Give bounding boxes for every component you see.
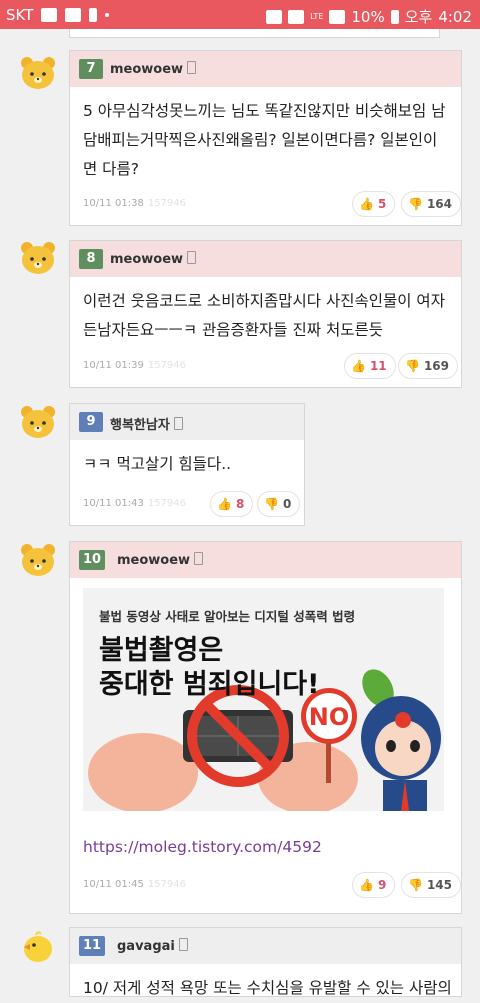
comment-number: 8 (79, 249, 103, 269)
dislike-button[interactable]: 👎 164 (401, 191, 462, 217)
thumbs-down-icon: 👎 (408, 878, 423, 892)
comment-header: 8 meowoew (70, 241, 461, 277)
comment-media: NO 불법 동영상 사태로 알아보는 디지털 성폭력 법령 불법촬영은 중대한 … (70, 578, 461, 811)
lte-label: LTE (310, 12, 324, 21)
battery-text: 10% (351, 7, 385, 26)
thumbs-down-icon: 👎 (408, 197, 423, 211)
battery-icon (390, 9, 399, 24)
comment-header: 11 gavagai (70, 928, 461, 964)
comment-number: 11 (79, 936, 106, 956)
thumbs-up-icon: 👍 (351, 359, 366, 373)
bear-avatar-icon (21, 242, 55, 274)
image-title-line2: 중대한 범죄입니다! (99, 669, 320, 700)
clock: 4:02 (438, 7, 472, 26)
comment-text: 5 아무심각성못느끼는 님도 똑같진않지만 비슷해보임 남 담배피는거막찍은사진… (83, 102, 446, 178)
mic-icon (89, 8, 98, 22)
comment-card: 9 행복한남자 ㅋㅋ 먹고살기 힘들다.. 10/11 01:43 157946 … (69, 403, 305, 526)
mobile-icon (187, 251, 197, 264)
timestamp: 10/11 01:43 157946 (83, 498, 187, 509)
illegal-filming-campaign-image[interactable]: NO 불법 동영상 사태로 알아보는 디지털 성폭력 법령 불법촬영은 중대한 … (83, 588, 444, 811)
dot-icon (105, 13, 110, 17)
comment-text: 10/ 저게 성적 욕망 또는 수치심을 유발할 수 있는 사람의 (83, 979, 452, 997)
dislike-button[interactable]: 👎 169 (398, 353, 459, 379)
gallery-icon (41, 8, 58, 22)
external-link[interactable]: https://moleg.tistory.com/4592 (83, 838, 322, 856)
like-button[interactable]: 👍 9 (352, 872, 396, 898)
comment-footer: 10/11 01:38 157946 👍 5 👎 164 (70, 186, 462, 226)
timestamp: 10/11 01:39 157946 (83, 360, 187, 371)
mobile-icon (187, 61, 197, 74)
comment-number: 9 (79, 412, 103, 432)
bear-avatar-icon (21, 544, 55, 576)
comment-number: 7 (79, 59, 103, 79)
username[interactable]: meowoew (117, 552, 204, 568)
username[interactable]: meowoew (110, 251, 197, 267)
timestamp: 10/11 01:38 157946 (83, 198, 187, 209)
dislike-button[interactable]: 👎 0 (257, 491, 301, 517)
signal-icon (329, 9, 346, 24)
no-sign-text: NO (309, 703, 350, 731)
comment-footer: 10/11 01:39 157946 👍 11 👎 169 (70, 348, 461, 388)
carrier-label: SKT (6, 6, 34, 24)
thumbs-up-icon: 👍 (359, 197, 374, 211)
status-bar: SKT LTE 10% 오후 4:02 (0, 0, 480, 29)
like-button[interactable]: 👍 11 (344, 353, 396, 379)
comment-header: 9 행복한남자 (70, 404, 304, 440)
like-button[interactable]: 👍 8 (210, 491, 254, 517)
like-button[interactable]: 👍 5 (352, 191, 396, 217)
mute-icon (266, 9, 283, 24)
username[interactable]: meowoew (110, 61, 197, 77)
comment-card: 10 meowoew NO 불법 동영상 사태로 알아보는 디지털 성폭력 법령… (69, 541, 462, 914)
time-prefix: 오후 (404, 8, 433, 26)
mobile-icon (173, 417, 183, 430)
dislike-button[interactable]: 👎 145 (401, 872, 462, 898)
comment-text: 이런건 웃음코드로 소비하지좀맙시다 사진속인물이 여자든남자든요ㅡㅡㅋ 관음증… (83, 292, 445, 339)
comment-number: 10 (79, 550, 106, 570)
username[interactable]: gavagai (117, 938, 188, 954)
thumbs-down-icon: 👎 (405, 359, 420, 373)
username[interactable]: 행복한남자 (110, 414, 183, 433)
mobile-icon (194, 552, 204, 565)
image-subtitle: 불법 동영상 사태로 알아보는 디지털 성폭력 법령 (99, 609, 356, 624)
mobile-icon (178, 938, 188, 951)
comment-text: ㅋㅋ 먹고살기 힘들다.. (83, 455, 232, 473)
previous-comment-edge (69, 29, 440, 38)
thumbs-up-icon: 👍 (359, 878, 374, 892)
comment-footer: 10/11 01:43 157946 👍 8 👎 0 (70, 486, 304, 526)
link-row: https://moleg.tistory.com/4592 (70, 811, 461, 861)
comment-footer: 10/11 01:45 157946 👍 9 👎 145 (70, 867, 462, 907)
alarm-icon (288, 9, 305, 24)
bear-avatar-icon (21, 406, 55, 438)
thumbs-up-icon: 👍 (217, 497, 232, 511)
chick-avatar-icon (24, 931, 52, 962)
comment-header: 10 meowoew (70, 542, 461, 578)
comment-card: 7 meowoew 5 아무심각성못느끼는 님도 똑같진않지만 비슷해보임 남 … (69, 50, 462, 226)
comment-card: 8 meowoew 이런건 웃음코드로 소비하지좀맙시다 사진속인물이 여자든남… (69, 240, 462, 388)
timestamp: 10/11 01:45 157946 (83, 879, 187, 890)
comment-header: 7 meowoew (70, 51, 461, 87)
thumbs-down-icon: 👎 (264, 497, 279, 511)
bear-avatar-icon (21, 57, 55, 89)
youtube-icon (65, 8, 82, 22)
